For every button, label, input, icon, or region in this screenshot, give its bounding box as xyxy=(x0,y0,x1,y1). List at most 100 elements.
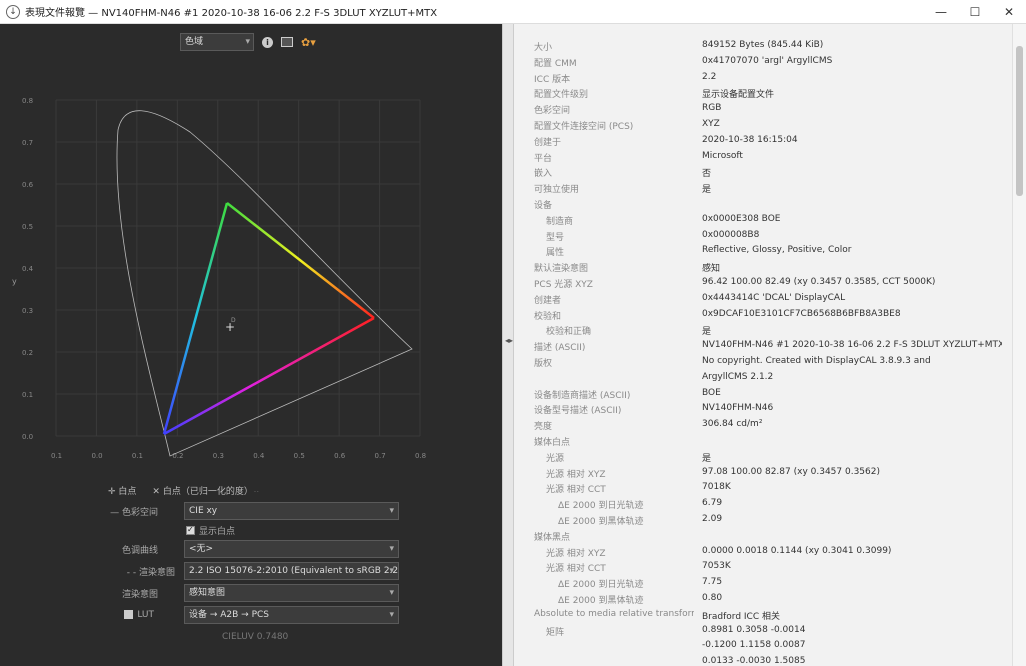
info-key: 可独立使用 xyxy=(534,185,580,196)
info-row: 型号 0x000008B8 xyxy=(514,230,1012,246)
gamut-panel: 色域 i ✿▾ xyxy=(0,24,502,666)
info-value: RGB xyxy=(702,103,722,114)
info-row: 光源 相对 CCT 7053K xyxy=(514,561,1012,577)
info-row: 创建于 2020-10-38 16:15:04 xyxy=(514,135,1012,151)
info-row: 色彩空间 RGB xyxy=(514,103,1012,119)
info-key: 设备 xyxy=(534,201,553,211)
close-button[interactable]: ✕ xyxy=(992,0,1026,24)
image-icon[interactable] xyxy=(281,37,293,47)
info-row: ICC 版本 2.2 xyxy=(514,72,1012,88)
info-value: 0.8981 0.3058 -0.0014 xyxy=(702,624,806,635)
info-key: 媒体白点 xyxy=(534,438,571,448)
colorspace-select[interactable]: CIE xy xyxy=(184,502,399,520)
info-key: 校验和正确 xyxy=(546,327,592,338)
show-whitepoint-label: 显示白点 xyxy=(199,527,236,537)
info-value: NV140FHM-N46 #1 2020-10-38 16-06 2.2 F-S… xyxy=(702,340,1002,351)
title-bar: ↓ 表現文件報覽 — NV140FHM-N46 #1 2020-10-38 16… xyxy=(0,0,1026,24)
info-key: 描述 (ASCII) xyxy=(534,343,586,354)
scrollbar-thumb[interactable] xyxy=(1016,46,1023,196)
info-value: 否 xyxy=(702,169,712,180)
info-value: 0x9DCAF10E3101CF7CB6568B6BFB8A3BE8 xyxy=(702,308,901,319)
legend-white-point: ✛ 白点 xyxy=(108,487,137,497)
info-row: 0.0133 -0.0030 1.5085 xyxy=(514,656,1012,666)
x-tick-label: 0.8 xyxy=(415,452,426,460)
info-key: 大小 xyxy=(534,43,553,53)
comparison-select[interactable]: 2.2 ISO 15076-2:2010 (Equivalent to sRGB… xyxy=(184,562,399,580)
options-icon[interactable]: ✿▾ xyxy=(301,36,316,49)
y-tick-label: 0.7 xyxy=(22,139,33,147)
info-key: 色彩空间 xyxy=(534,106,571,117)
info-scrollbar[interactable] xyxy=(1012,24,1026,666)
show-whitepoint-row[interactable]: 显示白点 xyxy=(186,524,235,537)
info-key: 型号 xyxy=(546,232,565,243)
info-row: 属性 Reflective, Glossy, Positive, Color xyxy=(514,245,1012,261)
colorspace-row: — 色彩空间 CIE xy xyxy=(0,502,502,520)
info-row: 亮度 306.84 cd/m² xyxy=(514,419,1012,435)
info-row: PCS 光源 XYZ 96.42 100.00 82.49 (xy 0.3457 … xyxy=(514,277,1012,293)
info-row: 校验和正确 是 xyxy=(514,324,1012,340)
panel-splitter[interactable]: ◂▸ xyxy=(502,24,514,666)
info-row: 可独立使用 是 xyxy=(514,182,1012,198)
info-key: Absolute to media relative transform xyxy=(534,608,694,619)
info-value: 7.75 xyxy=(702,577,723,588)
info-row: 设备制造商描述 (ASCII) BOE xyxy=(514,388,1012,404)
colorspace-label: 色彩空间 xyxy=(121,507,158,518)
intent-label: 渲染意图 xyxy=(121,589,158,600)
info-key: 光源 相对 XYZ xyxy=(546,548,606,559)
minimize-button[interactable]: — xyxy=(924,0,958,24)
intent-row: 渲染意图 感知意图 xyxy=(0,584,502,602)
intent-select[interactable]: 感知意图 xyxy=(184,584,399,602)
info-key: ΔE 2000 到日光轨迹 xyxy=(558,501,644,512)
info-key: ICC 版本 xyxy=(534,74,571,85)
tone-curve-select[interactable]: <无> xyxy=(184,540,399,558)
info-key: 属性 xyxy=(546,248,565,259)
info-key: ΔE 2000 到黑体轨迹 xyxy=(558,596,644,606)
view-select[interactable]: 色域 xyxy=(180,33,254,51)
info-key: 配置文件连接空间 (PCS) xyxy=(534,122,634,132)
info-row: 光源 相对 XYZ 97.08 100.00 82.87 (xy 0.3457 0… xyxy=(514,467,1012,483)
info-value: 2.09 xyxy=(702,514,723,524)
info-value: Microsoft xyxy=(702,150,743,161)
window-title: 表現文件報覽 — NV140FHM-N46 #1 2020-10-38 16-0… xyxy=(25,8,438,19)
info-value: 是 xyxy=(702,327,712,338)
info-key: 配置 CMM xyxy=(534,58,577,69)
info-key: 默认渲染意图 xyxy=(534,264,589,275)
legend-normalized-white-point: ✕ 白点（已归一化的度） xyxy=(152,487,253,497)
info-value: 0x0000E308 BOE xyxy=(702,213,781,224)
profile-info-panel: 大小 849152 Bytes (845.44 KiB) 配置 CMM 0x41707… xyxy=(514,24,1012,666)
app-icon: ↓ xyxy=(6,4,20,19)
info-value: 是 xyxy=(702,185,712,196)
info-value: No copyright. Created with DisplayCAL 3.… xyxy=(702,356,931,366)
y-tick-label: 0.2 xyxy=(22,349,33,357)
maximize-button[interactable]: ☐ xyxy=(958,0,992,24)
info-key: 嵌入 xyxy=(534,169,553,180)
info-value: 2020-10-38 16:15:04 xyxy=(702,134,798,145)
y-tick-label: 0.0 xyxy=(22,433,33,441)
x-tick-label: 0.4 xyxy=(253,452,265,460)
info-key: 亮度 xyxy=(534,422,553,433)
info-value: 849152 Bytes (845.44 KiB) xyxy=(702,40,824,50)
lut-label: LUT xyxy=(137,610,154,620)
y-tick-label: 0.1 xyxy=(22,391,33,399)
info-row: 平台 Microsoft xyxy=(514,151,1012,167)
info-key: 光源 相对 CCT xyxy=(546,485,606,496)
info-key: 版权 xyxy=(534,359,553,369)
info-key: 矩阵 xyxy=(546,627,565,638)
info-key: 设备制造商描述 (ASCII) xyxy=(534,390,631,401)
info-key: 创建者 xyxy=(534,295,562,306)
show-whitepoint-checkbox[interactable] xyxy=(186,525,195,535)
x-tick-label: 0.0 xyxy=(91,452,102,460)
info-row: 默认渲染意图 感知 xyxy=(514,261,1012,277)
info-value: 97.08 100.00 82.87 (xy 0.3457 0.3562) xyxy=(702,466,880,477)
info-value: 0x000008B8 xyxy=(702,229,760,240)
info-key: 光源 xyxy=(546,453,565,464)
y-tick-label: 0.3 xyxy=(22,307,33,315)
info-row: 光源 相对 XYZ 0.0000 0.0018 0.1144 (xy 0.3041… xyxy=(514,546,1012,562)
lut-select[interactable]: 设备 → A2B → PCS xyxy=(184,606,399,624)
white-point-label: D xyxy=(231,317,236,324)
info-row: 配置 CMM 0x41707070 'argl' ArgyllCMS xyxy=(514,56,1012,72)
y-tick-label: 0.6 xyxy=(22,181,34,189)
info-value: -0.1200 1.1158 0.0087 xyxy=(702,640,806,651)
info-value: NV140FHM-N46 xyxy=(702,403,774,414)
info-icon[interactable]: i xyxy=(262,36,273,48)
